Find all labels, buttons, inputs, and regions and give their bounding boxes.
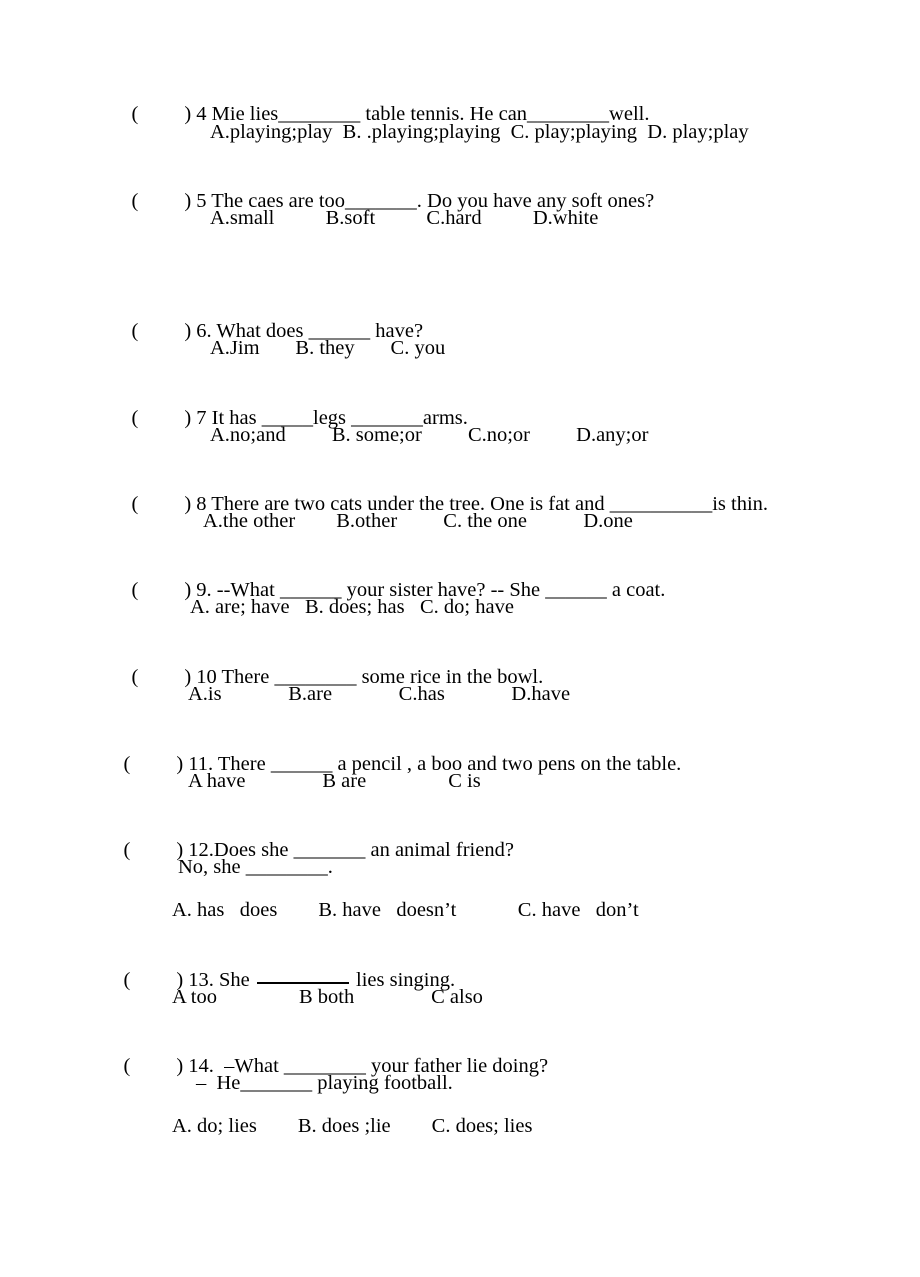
question-q4-options[interactable]: A.playing;play B. .playing;playing C. pl… [210,119,749,145]
bracket-open-icon: ( [131,103,139,125]
question-q12-subline: No, she ________. [178,856,333,878]
checkbox-bracket-q12[interactable]: () [124,839,184,861]
question-q14-subline: – He_______ playing football. [196,1072,453,1094]
checkbox-bracket-q7[interactable]: () [132,407,192,429]
bracket-open-icon: ( [131,579,139,601]
question-q9-options[interactable]: A. are; have B. does; has C. do; have [190,594,514,620]
question-q8-options[interactable]: A.the other B.other C. the one D.one [203,508,633,534]
question-q14-options[interactable]: A. do; lies B. does ;lie C. does; lies [172,1113,532,1139]
bracket-open-icon: ( [123,839,131,861]
bracket-open-icon: ( [131,493,139,515]
question-q5-options[interactable]: A.small B.soft C.hard D.white [210,205,598,231]
checkbox-bracket-q9[interactable]: () [132,579,192,601]
bracket-open-icon: ( [123,1055,131,1077]
question-q12-options[interactable]: A. has does B. have doesn’t C. have don’… [172,897,639,923]
bracket-open-icon: ( [131,190,139,212]
checkbox-bracket-q14[interactable]: () [124,1055,184,1077]
question-q7-options[interactable]: A.no;and B. some;or C.no;or D.any;or [210,422,648,448]
question-q10-options[interactable]: A.is B.are C.has D.have [188,681,570,707]
bracket-open-icon: ( [131,666,139,688]
checkbox-bracket-q5[interactable]: () [132,190,192,212]
question-q11-options[interactable]: A have B are C is [188,768,481,794]
bracket-open-icon: ( [123,969,131,991]
checkbox-bracket-q4[interactable]: () [132,103,192,125]
question-q13-options[interactable]: A too B both C also [172,984,483,1010]
bracket-open-icon: ( [123,753,131,775]
bracket-open-icon: ( [131,407,139,429]
worksheet-page: () 4 Mie lies________ table tennis. He c… [0,0,920,1277]
checkbox-bracket-q6[interactable]: () [132,320,192,342]
checkbox-bracket-q10[interactable]: () [132,666,192,688]
bracket-open-icon: ( [131,320,139,342]
question-q6-options[interactable]: A.Jim B. they C. you [210,335,445,361]
checkbox-bracket-q8[interactable]: () [132,493,192,515]
checkbox-bracket-q11[interactable]: () [124,753,184,775]
